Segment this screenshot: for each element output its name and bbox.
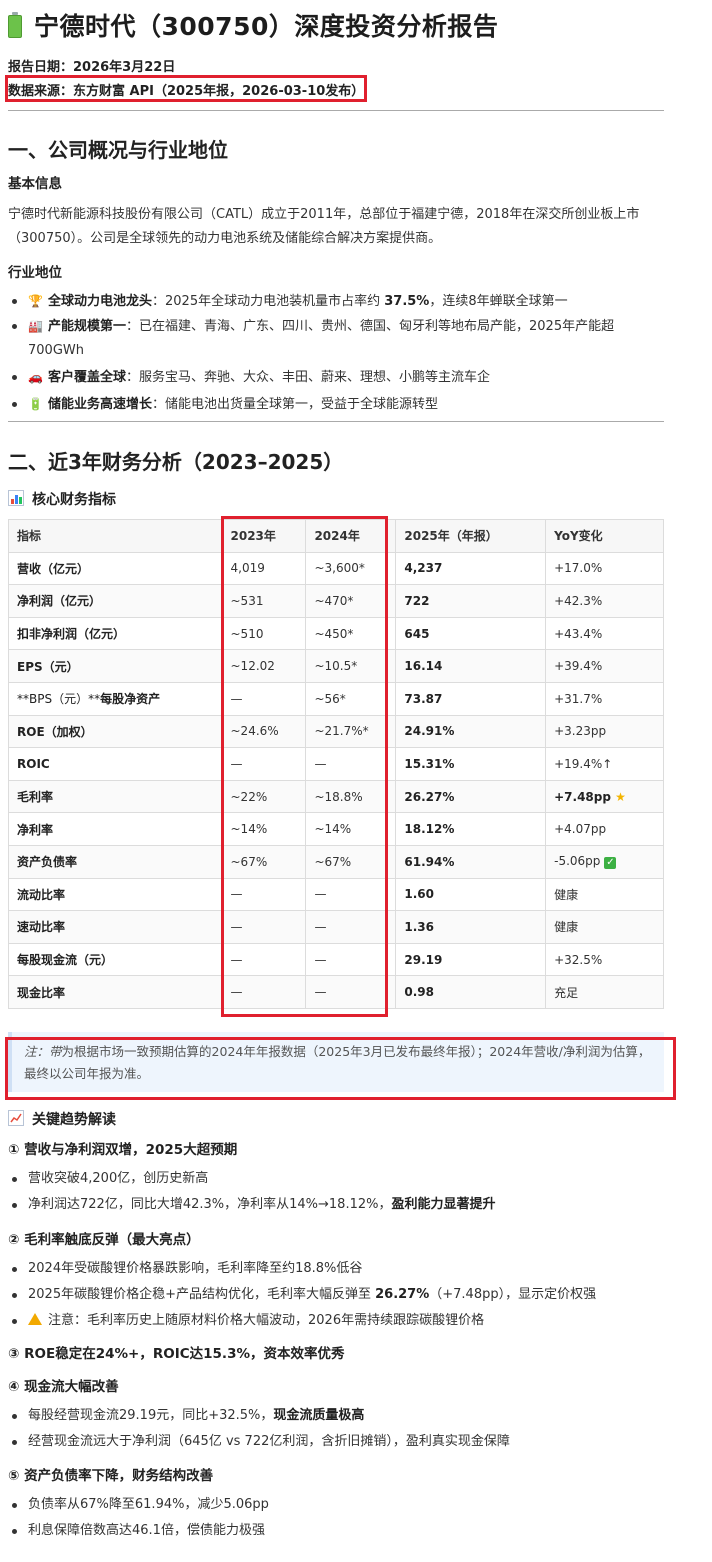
trend-title: 关键趋势解读 — [32, 1112, 116, 1128]
col-header: YoY变化 — [545, 519, 664, 553]
table-cell: +43.4% — [545, 616, 664, 651]
trend-title-row: 关键趋势解读 — [8, 1109, 116, 1129]
table-cell: 营收（亿元） — [8, 551, 223, 586]
table-cell: +19.4%↑ — [545, 747, 664, 781]
factory-icon: 🏭 — [28, 319, 43, 333]
table-cell: +31.7% — [545, 681, 664, 716]
trend4-title: ④ 现金流大幅改善 — [8, 1379, 119, 1395]
table-cell: +4.07pp — [545, 812, 664, 846]
trend5-list: 负债率从67%降至61.94%，减少5.06pp 利息保障倍数高达46.1倍，偿… — [8, 1493, 664, 1543]
report-title: 宁德时代（300750）深度投资分析报告 — [34, 12, 499, 41]
table-cell: 73.87 — [395, 681, 547, 716]
trend2-list: 2024年受碳酸锂价格暴跌影响，毛利率降至约18.8%低谷 2025年碳酸锂价格… — [8, 1257, 664, 1333]
table-cell: 4,237 — [395, 551, 547, 586]
table-cell: 61.94% — [395, 844, 547, 879]
trend-chart-icon — [8, 1110, 24, 1126]
table-cell: 1.60 — [395, 877, 547, 912]
table-cell: 29.19 — [395, 942, 547, 977]
table-cell: 健康 — [545, 877, 664, 912]
table-cell: 扣非净利润（亿元） — [8, 616, 223, 651]
table-cell: 0.98 — [395, 975, 547, 1009]
list-item: 经营现金流远大于净利润（645亿 vs 722亿利润，含折旧摊销），盈利真实现金… — [8, 1430, 664, 1454]
list-item: 净利润达722亿，同比大增42.3%，净利率从14%→18.12%，盈利能力显著… — [8, 1193, 664, 1217]
check-icon: ✓ — [604, 857, 617, 870]
table-cell: 现金比率 — [8, 975, 223, 1009]
table-cell: ROIC — [8, 747, 223, 781]
table-title: 核心财务指标 — [32, 492, 116, 508]
highlight-box-source — [5, 75, 367, 102]
star-icon: ★ — [610, 789, 626, 804]
warning-icon — [28, 1313, 42, 1325]
basic-info-title: 基本信息 — [8, 176, 62, 192]
report-title-row: 宁德时代（300750）深度投资分析报告 — [8, 6, 498, 44]
table-cell: 速动比率 — [8, 910, 223, 944]
table-cell: 流动比率 — [8, 877, 223, 912]
list-item: 🔋 储能业务高速增长：储能电池出货量全球第一，受益于全球能源转型 — [8, 392, 664, 417]
battery-icon: 🔋 — [28, 397, 43, 411]
highlight-box-note — [5, 1037, 676, 1100]
table-cell: +39.4% — [545, 649, 664, 683]
table-cell: -5.06pp ✓ — [545, 844, 664, 879]
table-cell: 15.31% — [395, 747, 547, 781]
section1-heading: 一、公司概况与行业地位 — [8, 138, 228, 162]
industry-title: 行业地位 — [8, 265, 62, 281]
table-cell: 充足 — [545, 975, 664, 1009]
trend1-list: 营收突破4,200亿，创历史新高 净利润达722亿，同比大增42.3%，净利率从… — [8, 1167, 664, 1217]
industry-list: 🏆 全球动力电池龙头：2025年全球动力电池装机量市占率约 37.5%，连续8年蝉… — [8, 289, 664, 417]
table-cell: ROE（加权） — [8, 714, 223, 749]
table-cell: +42.3% — [545, 584, 664, 618]
table-cell: 净利润（亿元） — [8, 584, 223, 618]
table-cell: 26.27% — [395, 779, 547, 814]
table-cell: 18.12% — [395, 812, 547, 846]
report-date: 报告日期：2026年3月22日 — [8, 60, 176, 75]
list-item: 2024年受碳酸锂价格暴跌影响，毛利率降至约18.8%低谷 — [8, 1257, 664, 1281]
car-icon: 🚗 — [28, 370, 43, 384]
table-cell: +3.23pp — [545, 714, 664, 749]
list-item: 注意：毛利率历史上随原材料价格大幅波动，2026年需持续跟踪碳酸锂价格 — [8, 1309, 664, 1333]
table-cell: **BPS（元）**每股净资产 — [8, 681, 223, 716]
list-item: 🚗 客户覆盖全球：服务宝马、奔驰、大众、丰田、蔚来、理想、小鹏等主流车企 — [8, 365, 664, 390]
basic-info-text: 宁德时代新能源科技股份有限公司（CATL）成立于2011年，总部位于福建宁德，2… — [8, 207, 640, 246]
table-cell: 健康 — [545, 910, 664, 944]
list-item: 🏆 全球动力电池龙头：2025年全球动力电池装机量市占率约 37.5%，连续8年蝉… — [8, 289, 664, 314]
table-cell: +32.5% — [545, 942, 664, 977]
trend4-list: 每股经营现金流29.19元，同比+32.5%，现金流质量极高 经营现金流远大于净… — [8, 1404, 664, 1454]
table-cell: 16.14 — [395, 649, 547, 683]
table-cell: 1.36 — [395, 910, 547, 944]
table-cell: EPS（元） — [8, 649, 223, 683]
col-header: 2025年（年报） — [395, 519, 547, 553]
trend5-title: ⑤ 资产负债率下降，财务结构改善 — [8, 1468, 214, 1484]
trend2-title: ② 毛利率触底反弹（最大亮点） — [8, 1232, 200, 1248]
col-header: 指标 — [8, 519, 223, 553]
table-cell: 资产负债率 — [8, 844, 223, 879]
table-cell: 24.91% — [395, 714, 547, 749]
list-item: 2025年碳酸锂价格企稳+产品结构优化，毛利率大幅反弹至 26.27%（+7.4… — [8, 1283, 664, 1307]
bar-chart-icon — [8, 490, 24, 506]
list-item: 🏭 产能规模第一：已在福建、青海、广东、四川、贵州、德国、匈牙利等地布局产能，20… — [8, 314, 664, 363]
section2-heading: 二、近3年财务分析（2023–2025） — [8, 450, 344, 474]
table-cell: 722 — [395, 584, 547, 618]
list-item: 利息保障倍数高达46.1倍，偿债能力极强 — [8, 1519, 664, 1543]
table-cell: 净利率 — [8, 812, 223, 846]
list-item: 负债率从67%降至61.94%，减少5.06pp — [8, 1493, 664, 1517]
battery-icon — [8, 12, 22, 38]
trend1-title: ① 营收与净利润双增，2025大超预期 — [8, 1142, 238, 1158]
list-item: 每股经营现金流29.19元，同比+32.5%，现金流质量极高 — [8, 1404, 664, 1428]
divider — [8, 110, 664, 111]
table-cell: +17.0% — [545, 551, 664, 586]
table-title-row: 核心财务指标 — [8, 489, 116, 509]
table-cell: 645 — [395, 616, 547, 651]
trophy-icon: 🏆 — [28, 294, 43, 308]
divider — [8, 421, 664, 422]
highlight-box-columns — [221, 516, 388, 1017]
list-item: 营收突破4,200亿，创历史新高 — [8, 1167, 664, 1191]
table-cell: 每股现金流（元） — [8, 942, 223, 977]
trend3-title: ③ ROE稳定在24%+，ROIC达15.3%，资本效率优秀 — [8, 1346, 345, 1362]
table-cell: 毛利率 — [8, 779, 223, 814]
table-cell: +7.48pp ★ — [545, 779, 664, 814]
